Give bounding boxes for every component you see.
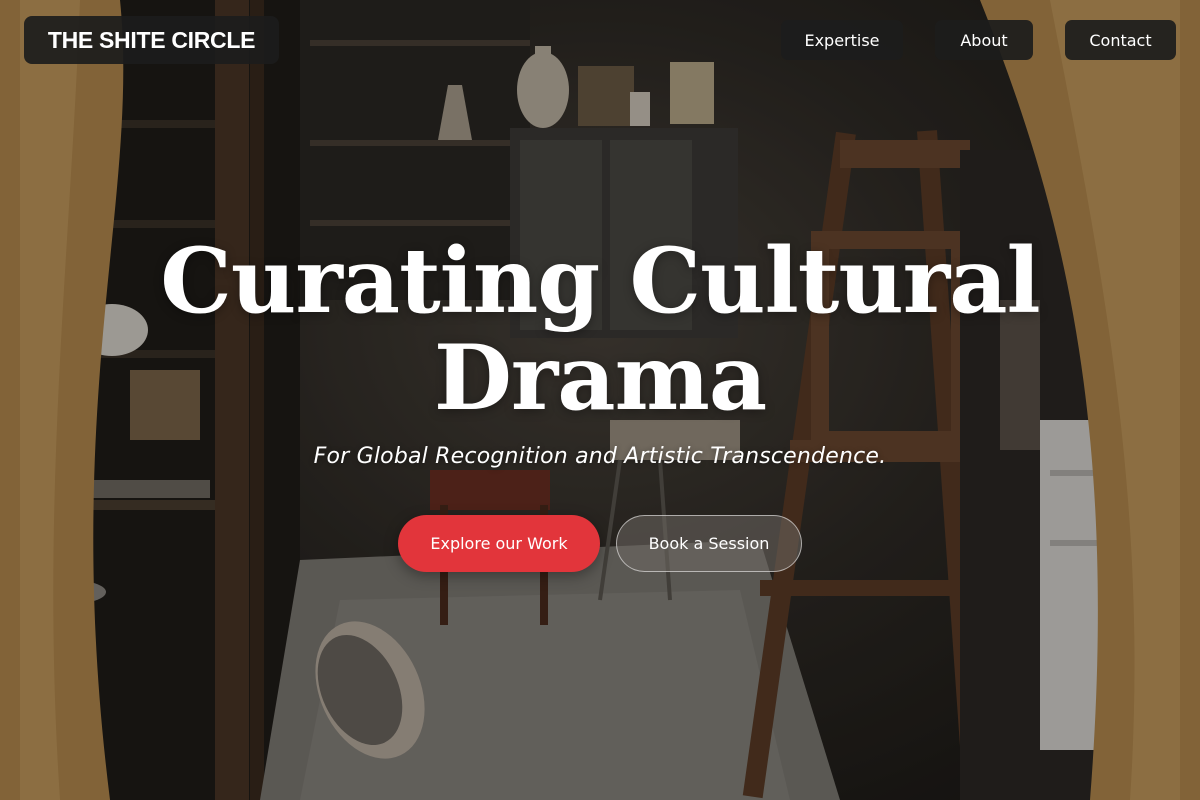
book-a-session-button[interactable]: Book a Session (616, 515, 802, 572)
nav-expertise-button[interactable]: Expertise (781, 20, 903, 60)
explore-our-work-button[interactable]: Explore our Work (398, 515, 600, 572)
hero-title-line-2: Drama (433, 325, 767, 431)
hero-subtitle: For Global Recognition and Artistic Tran… (313, 444, 887, 469)
hero-title-line-1: Curating Cultural (160, 228, 1040, 334)
nav-about-button[interactable]: About (935, 20, 1033, 60)
site-logo[interactable]: THE SHITE CIRCLE (24, 16, 279, 64)
nav-contact-button[interactable]: Contact (1065, 20, 1176, 60)
